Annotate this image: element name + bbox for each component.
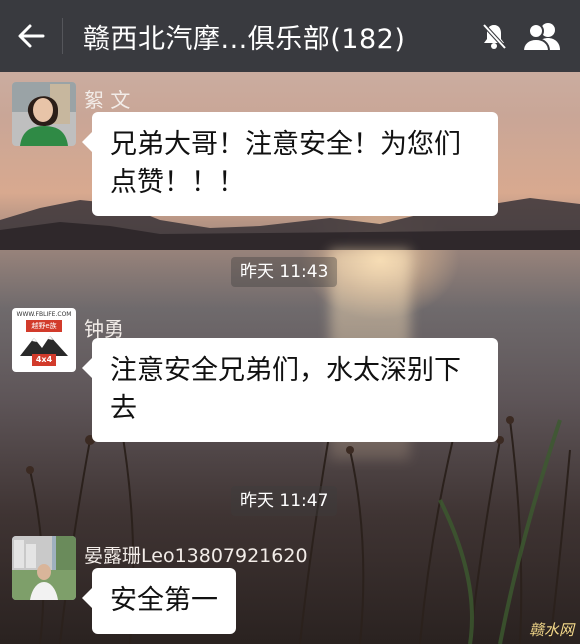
group-members-icon <box>521 23 560 52</box>
avatar[interactable] <box>12 536 76 600</box>
watermark-logo: 赣水网 <box>528 621 574 639</box>
back-button[interactable] <box>0 0 62 72</box>
avatar-photo <box>12 82 76 146</box>
timestamp: 昨天 11:43 <box>231 257 338 287</box>
bell-muted-icon <box>482 23 507 50</box>
message-text-line: 点赞！！！ <box>110 167 245 198</box>
mountain-logo-icon <box>20 336 68 356</box>
message-text-line: 去 <box>110 393 137 424</box>
timestamp: 昨天 11:47 <box>231 486 338 516</box>
message-row <box>12 536 76 600</box>
group-title: 赣西北汽摩...俱乐部(182) <box>83 23 406 55</box>
avatar[interactable]: WWW.FBLIFE.COM 越野e族 4x4 <box>12 308 76 372</box>
message-text-line: 安全第一 <box>110 585 218 616</box>
message-bubble[interactable]: 兄弟大哥！注意安全！为您们 点赞！！！ <box>82 112 498 216</box>
message-text-line: 兄弟大哥！注意安全！为您们 <box>110 129 461 160</box>
avatar[interactable] <box>12 82 76 146</box>
avatar-text-top: WWW.FBLIFE.COM <box>16 311 72 318</box>
message-row: WWW.FBLIFE.COM 越野e族 4x4 <box>12 308 76 372</box>
avatar-text-mid: 越野e族 <box>26 320 62 332</box>
header-divider <box>62 18 63 54</box>
chat-header: 赣西北汽摩...俱乐部(182) <box>0 0 580 72</box>
message-row <box>12 82 76 146</box>
avatar-photo <box>12 536 76 600</box>
avatar-badge: 4x4 <box>32 354 56 366</box>
group-members-button[interactable] <box>518 0 566 72</box>
message-text-line: 注意安全兄弟们，水太深别下 <box>110 355 461 386</box>
sender-name: 絮 文 <box>84 88 131 112</box>
message-bubble[interactable]: 注意安全兄弟们，水太深别下 去 <box>82 338 498 442</box>
mute-status <box>470 0 518 72</box>
sender-name: 晏露珊Leo13807921620 <box>84 545 308 567</box>
arrow-left-icon <box>18 24 45 48</box>
message-bubble[interactable]: 安全第一 <box>82 568 236 634</box>
